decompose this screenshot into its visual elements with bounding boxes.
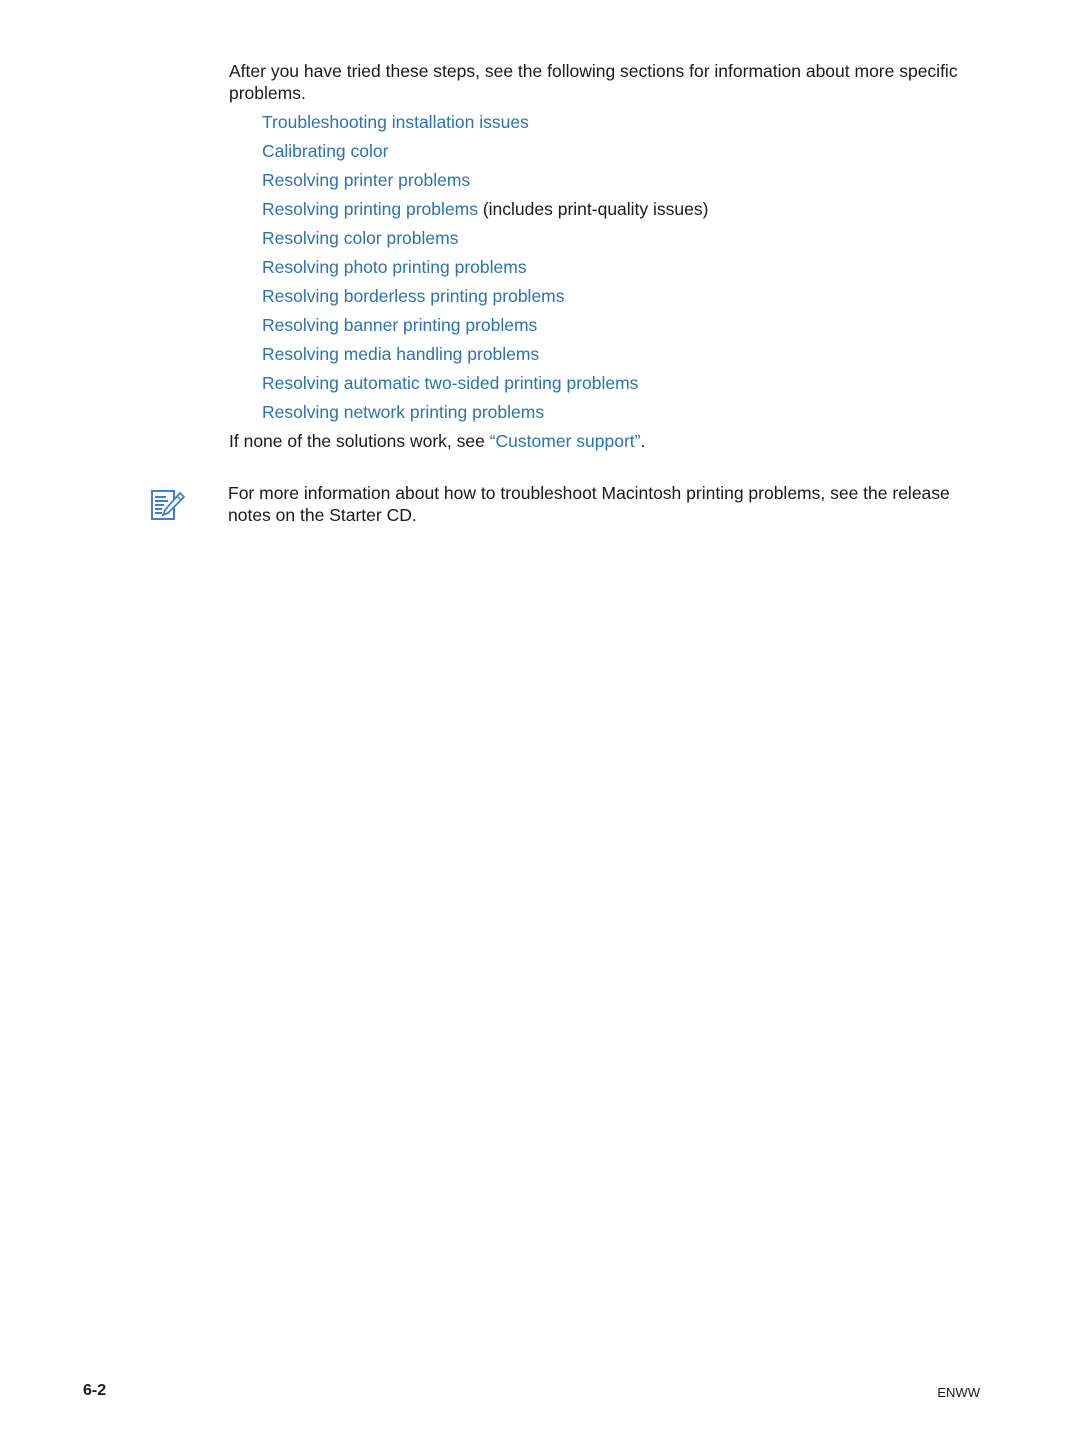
fallback-paragraph: If none of the solutions work, see “Cust… <box>229 431 646 451</box>
link-printer-problems[interactable]: Resolving printer problems <box>262 170 470 190</box>
list-item: Resolving media handling problems <box>262 343 708 372</box>
related-sections-list: Troubleshooting installation issues Cali… <box>262 111 708 430</box>
page-number: 6-2 <box>83 1382 107 1399</box>
list-item: Resolving photo printing problems <box>262 256 708 285</box>
link-printing-problems[interactable]: Resolving printing problems <box>262 199 478 219</box>
list-item: Resolving automatic two-sided printing p… <box>262 372 708 401</box>
link-photo-printing-problems[interactable]: Resolving photo printing problems <box>262 257 527 277</box>
list-item: Troubleshooting installation issues <box>262 111 708 140</box>
list-item: Resolving printing problems (includes pr… <box>262 198 708 227</box>
footer-label: ENWW <box>937 1385 980 1400</box>
link-note: (includes print-quality issues) <box>477 199 709 219</box>
link-troubleshooting-installation[interactable]: Troubleshooting installation issues <box>262 112 529 132</box>
link-color-problems[interactable]: Resolving color problems <box>262 228 458 248</box>
link-two-sided-printing-problems[interactable]: Resolving automatic two-sided printing p… <box>262 373 638 393</box>
list-item: Resolving borderless printing problems <box>262 285 708 314</box>
link-borderless-printing-problems[interactable]: Resolving borderless printing problems <box>262 286 565 306</box>
list-item: Resolving printer problems <box>262 169 708 198</box>
link-customer-support[interactable]: “Customer support” <box>490 431 641 451</box>
list-item: Resolving network printing problems <box>262 401 708 430</box>
intro-paragraph: After you have tried these steps, see th… <box>229 61 958 103</box>
list-item: Resolving banner printing problems <box>262 314 708 343</box>
note-pencil-icon <box>150 489 186 523</box>
list-item: Calibrating color <box>262 140 708 169</box>
list-item: Resolving color problems <box>262 227 708 256</box>
link-network-printing-problems[interactable]: Resolving network printing problems <box>262 402 544 422</box>
link-media-handling-problems[interactable]: Resolving media handling problems <box>262 344 539 364</box>
link-calibrating-color[interactable]: Calibrating color <box>262 141 388 161</box>
note-text: For more information about how to troubl… <box>228 483 950 525</box>
link-banner-printing-problems[interactable]: Resolving banner printing problems <box>262 315 537 335</box>
